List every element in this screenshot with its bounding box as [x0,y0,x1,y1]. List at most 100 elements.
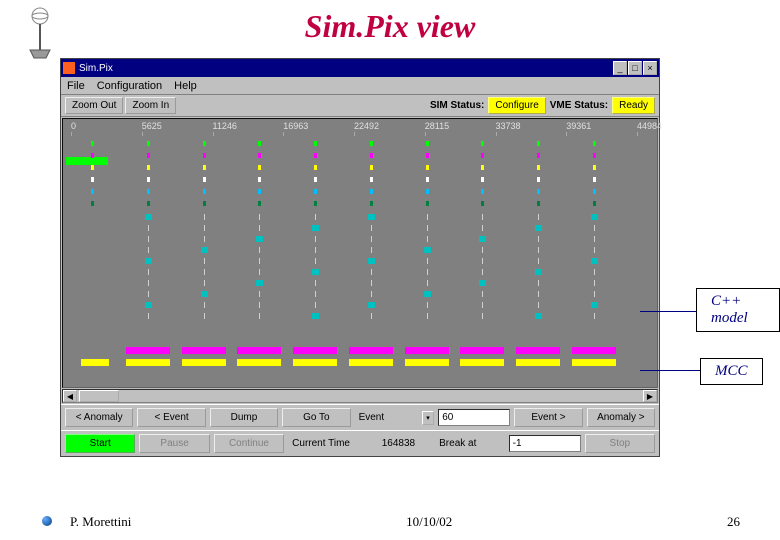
menu-help[interactable]: Help [174,80,197,92]
chart-dash [258,141,261,146]
chart-vline-seg [204,269,205,275]
chart-dash [537,141,540,146]
chart-vline-seg [594,225,595,231]
menu-file[interactable]: File [67,80,85,92]
chart-dash [426,177,429,182]
menu-configuration[interactable]: Configuration [97,80,162,92]
chart-cpp-bar [349,347,393,354]
break-at-input[interactable] [509,435,581,452]
chart-dash [593,201,596,206]
chart-vline-seg [538,247,539,253]
chart-dash [537,165,540,170]
simpix-window: Sim.Pix _ □ × File Configuration Help Zo… [60,58,660,457]
chart-vline-seg [315,247,316,253]
goto-button[interactable]: Go To [282,408,350,427]
chart-vline-seg [371,291,372,297]
chart-tick: 5625 [142,121,162,131]
chart-block [591,214,598,220]
chart-vline-seg [259,225,260,231]
chart-vline-seg [259,247,260,253]
chart-vline-seg [482,247,483,253]
zoom-out-button[interactable]: Zoom Out [65,97,123,114]
chart-vline-seg [538,302,539,308]
anomaly-prev-button[interactable]: < Anomaly [65,408,133,427]
chart-vline-seg [538,258,539,264]
chart-vline-seg [482,214,483,220]
scroll-left-button[interactable]: ◀ [63,390,77,402]
chart-cpp-bar [460,347,504,354]
chart-dash [593,165,596,170]
app-icon [63,62,75,74]
chart-dash [258,153,261,158]
annotation-mcc: MCC [700,358,763,385]
chart-tick: 11246 [213,121,237,131]
annotation-line-mcc [640,370,700,371]
chart-dash [537,153,540,158]
event-dropdown-icon[interactable]: ▾ [422,411,435,425]
chart-dash [147,201,150,206]
chart-vline-seg [204,214,205,220]
chart-vline-seg [427,280,428,286]
chart-tick: 28115 [425,121,449,131]
scroll-right-button[interactable]: ▶ [643,390,657,402]
minimize-button[interactable]: _ [613,61,627,75]
chart-vline-seg [148,291,149,297]
pause-button[interactable]: Pause [139,434,209,453]
event-prev-button[interactable]: < Event [137,408,205,427]
chart-dash [147,189,150,194]
close-button[interactable]: × [643,61,657,75]
chart-tick: 33738 [496,121,521,131]
chart-vline-seg [371,247,372,253]
chart-block [591,258,598,264]
chart-vline-seg [594,236,595,242]
chart-vline-seg [259,302,260,308]
start-button[interactable]: Start [65,434,135,453]
maximize-button[interactable]: □ [628,61,642,75]
chart-vline-seg [482,291,483,297]
footer-bullet-icon [42,516,52,526]
event-label: Event [355,408,422,427]
chart-cpp-bar [182,347,226,354]
chart-vline-seg [204,258,205,264]
chart-vline-seg [259,291,260,297]
chart-mcc-bar [293,359,337,366]
chart-cpp-bar [405,347,449,354]
chart-vline-seg [482,313,483,319]
event-input[interactable] [438,409,510,426]
title-bar: Sim.Pix _ □ × [61,59,659,77]
vme-status-value[interactable]: Ready [612,97,655,114]
chart-vline-seg [482,258,483,264]
scroll-thumb[interactable] [79,390,119,402]
chart-vline-seg [371,225,372,231]
chart-vline-seg [427,313,428,319]
chart-block [535,269,542,275]
chart-dash [481,177,484,182]
chart-dash [258,165,261,170]
zoom-in-button[interactable]: Zoom In [125,97,176,114]
chart-tick: 22492 [354,121,379,131]
event-next-button[interactable]: Event > [514,408,582,427]
dump-button[interactable]: Dump [210,408,278,427]
sim-status-label: SIM Status: [428,100,486,111]
sim-status-value[interactable]: Configure [488,97,545,114]
chart-vline-seg [594,247,595,253]
chart-tick: 16963 [283,121,308,131]
chart-vline-seg [204,313,205,319]
chart-vline-seg [259,214,260,220]
chart-block [145,214,152,220]
chart-dash [258,201,261,206]
chart-mcc-bar [237,359,281,366]
chart-vline-seg [482,302,483,308]
stop-button[interactable]: Stop [585,434,655,453]
chart-mcc-bar [126,359,170,366]
anomaly-next-button[interactable]: Anomaly > [587,408,655,427]
chart-dash [91,189,94,194]
controls-row-1: < Anomaly < Event Dump Go To Event ▾ Eve… [61,404,659,430]
chart-vline-seg [204,302,205,308]
continue-button[interactable]: Continue [214,434,284,453]
horizontal-scrollbar[interactable]: ◀ ▶ [62,389,658,403]
annotation-line-cpp [640,311,696,312]
chart-dash [203,153,206,158]
chart-dash [370,177,373,182]
chart-block [424,247,431,253]
